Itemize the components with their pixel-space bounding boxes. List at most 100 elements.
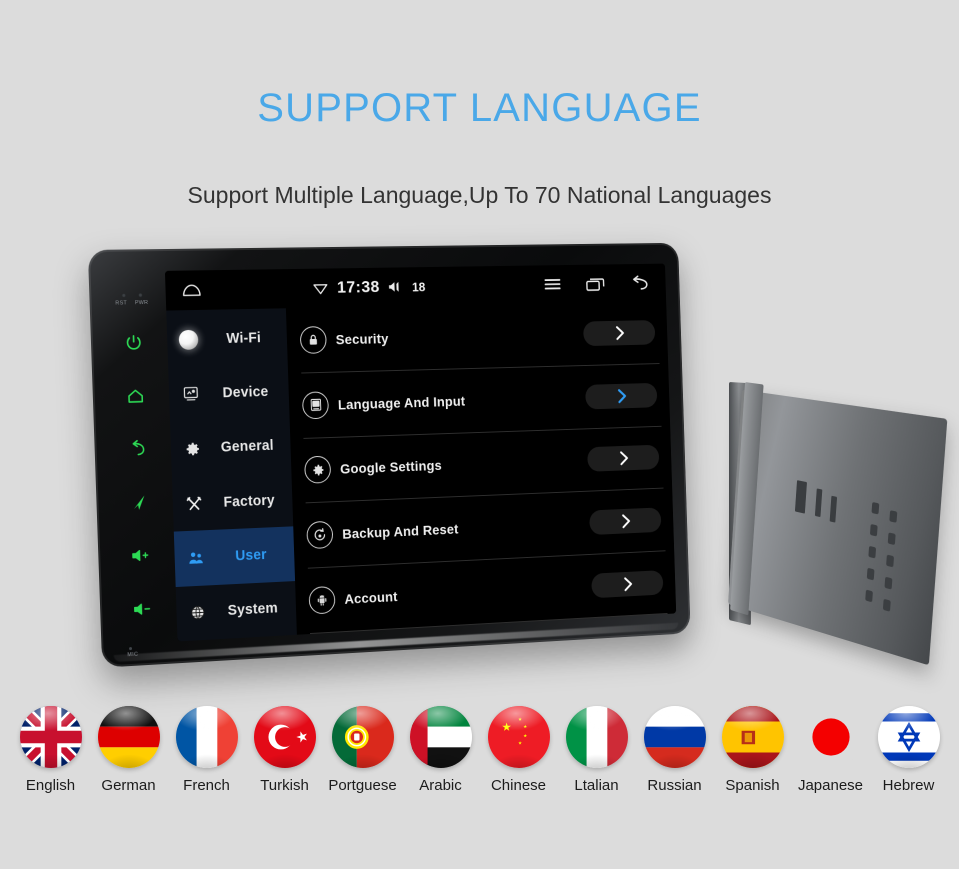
page-subtitle: Support Multiple Language,Up To 70 Natio… — [187, 182, 772, 208]
flag-item-italian[interactable]: Ltalian — [564, 706, 630, 794]
flag-item-japanese[interactable]: Japanese — [798, 706, 864, 794]
mic-label: MIC — [127, 651, 139, 659]
flag-tr-icon — [253, 706, 316, 768]
volume-down-icon[interactable] — [129, 595, 155, 622]
wifi-icon — [313, 281, 329, 296]
settings-row-label: Security — [335, 330, 389, 348]
chassis-hole — [889, 510, 898, 523]
touchscreen-display[interactable]: 17:38 18 Wi-Fi Device General Factory Us… — [164, 263, 677, 642]
home-icon[interactable] — [122, 383, 148, 410]
chassis-vent — [829, 495, 838, 523]
hamburger-menu-icon[interactable] — [543, 276, 563, 292]
flag-item-chinese[interactable]: Chinese — [486, 706, 552, 794]
flag-label: Japanese — [797, 777, 864, 794]
chassis-hole — [886, 554, 895, 568]
tools-icon — [183, 492, 205, 515]
supported-languages-list: English German French Turkish Portguese … — [0, 706, 959, 794]
status-center-group: 17:38 18 — [210, 275, 524, 300]
settings-row-chevron-button[interactable] — [582, 319, 656, 347]
settings-row-security[interactable]: Security — [299, 301, 660, 374]
sidebar-item-label: Factory — [223, 492, 276, 511]
settings-sidebar: Wi-Fi Device General Factory User System — [166, 308, 297, 642]
status-nav-group — [523, 275, 654, 293]
flag-label: Spanish — [725, 777, 780, 794]
chassis-hole — [882, 598, 891, 612]
sidebar-item-user[interactable]: User — [173, 526, 296, 587]
flag-label: Portguese — [328, 777, 397, 794]
flag-label: Turkish — [260, 777, 309, 794]
android-home-icon[interactable] — [181, 282, 210, 298]
flag-label: Arabic — [419, 777, 462, 794]
flag-label: German — [101, 777, 156, 794]
speaker-icon — [388, 280, 404, 294]
settings-row-chevron-button[interactable] — [587, 445, 660, 473]
sidebar-item-label: General — [220, 438, 274, 456]
settings-row-label: Google Settings — [339, 457, 443, 478]
flag-item-french[interactable]: French — [174, 706, 240, 794]
navigation-arrow-icon[interactable] — [126, 489, 152, 516]
flag-label: French — [183, 777, 230, 794]
reset-pinhole[interactable] — [121, 293, 126, 298]
back-arrow-icon[interactable] — [629, 275, 650, 291]
sidebar-item-label: User — [235, 547, 268, 565]
power-icon[interactable] — [120, 330, 146, 356]
sidebar-item-general[interactable]: General — [170, 418, 291, 477]
settings-list: Security Language And Input Google Setti… — [285, 301, 677, 635]
flag-item-russian[interactable]: Russian — [642, 706, 708, 794]
settings-row-chevron-button[interactable] — [585, 382, 658, 410]
chassis-hole — [865, 589, 873, 603]
flag-item-turkish[interactable]: Turkish — [252, 706, 318, 794]
keyboard-icon — [301, 390, 330, 420]
chassis-hole — [869, 523, 878, 537]
settings-screen: Wi-Fi Device General Factory User System… — [166, 301, 677, 642]
device-metal-chassis — [728, 389, 948, 666]
device-icon — [179, 383, 201, 405]
sidebar-item-label: System — [227, 600, 279, 620]
back-arrow-icon[interactable] — [124, 436, 150, 463]
chassis-vent — [814, 488, 823, 518]
chassis-hole — [871, 501, 880, 515]
globe-icon — [187, 602, 209, 625]
lock-icon — [299, 325, 327, 354]
flag-it-icon — [565, 706, 628, 768]
sidebar-item-system[interactable]: System — [176, 581, 297, 642]
chassis-vent — [794, 480, 807, 514]
reset-icon — [306, 520, 334, 550]
volume-up-icon[interactable] — [127, 542, 153, 569]
recent-apps-icon[interactable] — [585, 275, 607, 291]
flag-de-icon — [97, 706, 160, 768]
flag-il-icon — [877, 706, 940, 768]
status-clock: 17:38 — [336, 277, 381, 297]
flag-jp-icon — [799, 706, 862, 768]
settings-row-chevron-button[interactable] — [591, 570, 664, 599]
chassis-hole — [887, 532, 896, 546]
sidebar-item-factory[interactable]: Factory — [172, 473, 293, 532]
chassis-hole — [884, 576, 893, 590]
flag-item-english[interactable]: English — [18, 706, 84, 794]
sidebar-item-label: Wi-Fi — [226, 330, 262, 347]
sidebar-item-device[interactable]: Device — [168, 364, 289, 422]
flag-ru-icon — [643, 706, 706, 768]
flag-label: Hebrew — [882, 777, 935, 794]
sidebar-item-wifi[interactable]: Wi-Fi — [166, 310, 287, 367]
sidebar-item-label: Device — [222, 384, 269, 402]
flag-item-spanish[interactable]: Spanish — [720, 706, 786, 794]
car-head-unit-device: RST PWR MIC 17:38 18 Wi-Fi Device Genera… — [87, 242, 948, 680]
flag-cn-icon — [487, 706, 550, 768]
bezel-button-strip: RST PWR — [100, 265, 174, 651]
flag-item-hebrew[interactable]: Hebrew — [876, 706, 942, 794]
flag-ae-icon — [409, 706, 472, 768]
settings-row-label: Account — [344, 588, 398, 607]
status-volume-value: 18 — [411, 279, 426, 294]
bezel-sensor-row — [100, 265, 162, 300]
wifi-orb-icon — [178, 328, 200, 350]
flag-label: Chinese — [490, 777, 547, 794]
flag-item-german[interactable]: German — [96, 706, 162, 794]
flag-label: English — [25, 777, 76, 794]
flag-item-portuguese[interactable]: Portguese — [328, 706, 397, 794]
settings-row-chevron-button[interactable] — [589, 507, 662, 536]
flag-item-arabic[interactable]: Arabic — [408, 706, 474, 794]
flag-label: Russian — [647, 777, 702, 794]
power-pinhole[interactable] — [137, 293, 142, 298]
flag-pt-icon — [331, 706, 394, 768]
